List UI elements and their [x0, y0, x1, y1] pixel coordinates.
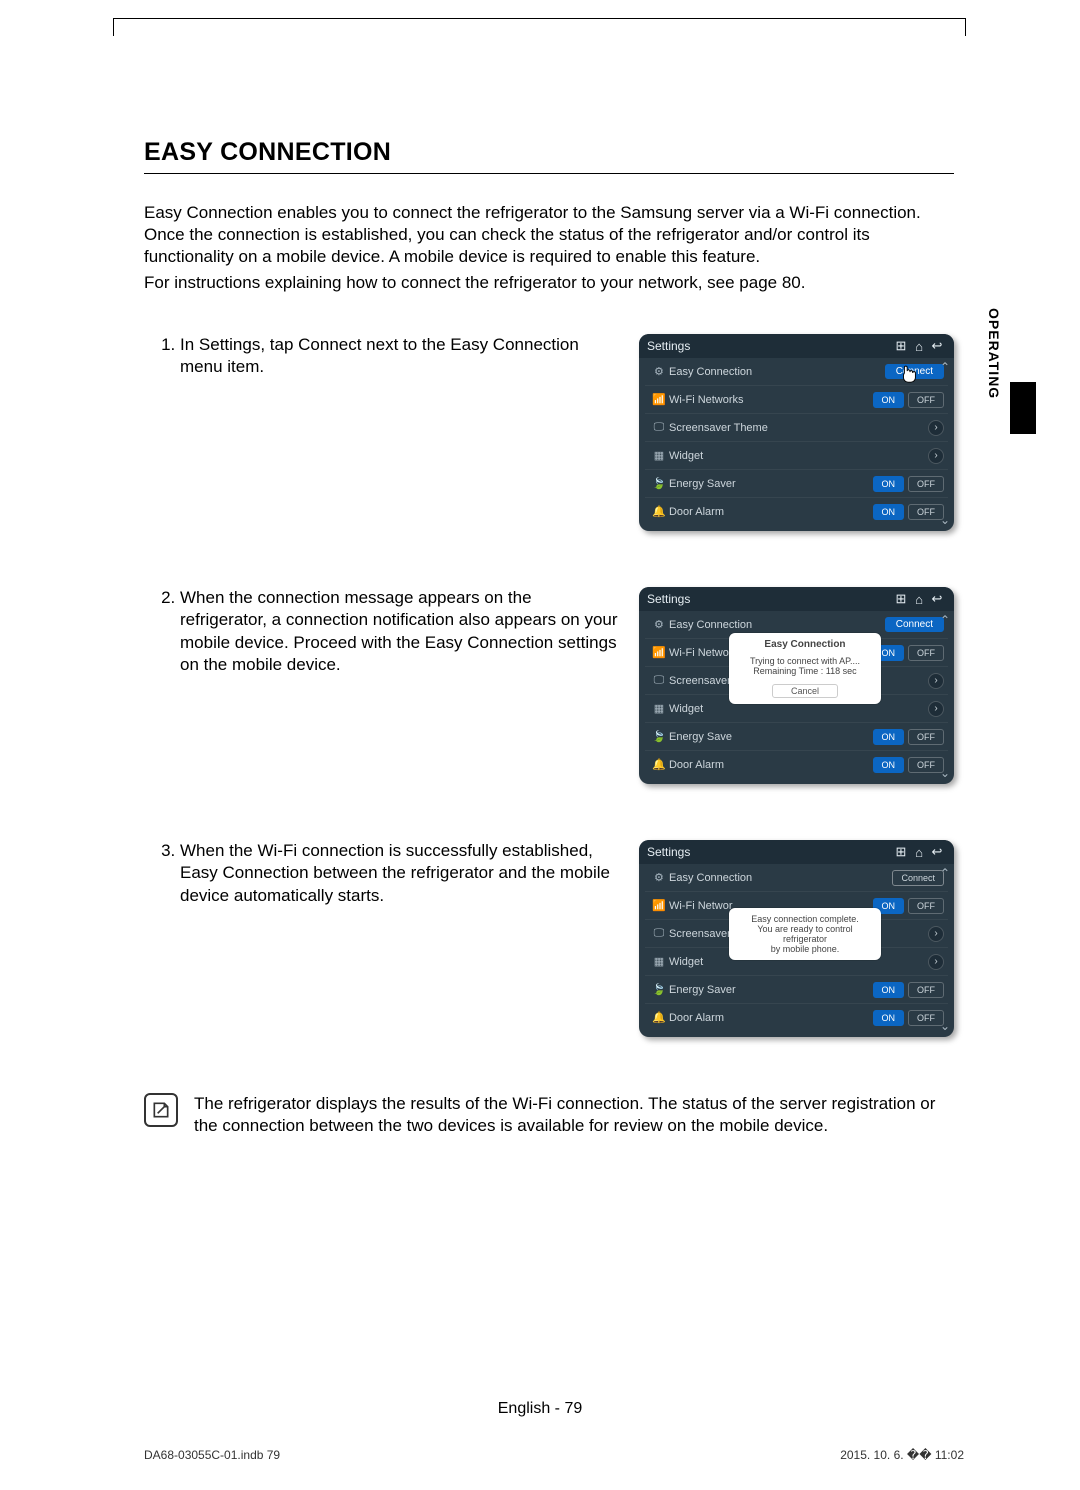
- leaf-icon: 🍃: [649, 477, 669, 490]
- scrollbar[interactable]: ⌃ ⌄: [938, 866, 952, 1033]
- bell-icon: 🔔: [649, 758, 669, 771]
- screensaver-icon: 🖵: [649, 927, 669, 940]
- row-energy-saver[interactable]: 🍃 Energy Saver ON OFF: [645, 975, 948, 1003]
- home-icon[interactable]: ⌂: [910, 592, 928, 607]
- row-easy-connection[interactable]: ⚙ Easy Connection Connect: [645, 358, 948, 385]
- gear-icon: ⚙: [649, 871, 669, 884]
- row-door-alarm[interactable]: 🔔 Door Alarm ON OFF: [645, 750, 948, 778]
- step-3-text: When the Wi-Fi connection is successfull…: [180, 840, 623, 906]
- cancel-button[interactable]: Cancel: [772, 684, 838, 698]
- popup-title: Easy Connection: [737, 639, 873, 650]
- print-date-label: 2015. 10. 6. �� 11:02: [840, 1448, 964, 1462]
- page-footer: English - 79: [0, 1400, 1080, 1418]
- back-icon[interactable]: ↩: [928, 844, 946, 860]
- row-energy-saver[interactable]: 🍃 Energy Save ON OFF: [645, 722, 948, 750]
- section-tab-label: OPERATING: [986, 308, 1002, 399]
- step-1: In Settings, tap Connect next to the Eas…: [180, 334, 954, 531]
- home-icon[interactable]: ⌂: [910, 339, 928, 354]
- wifi-on-pill[interactable]: ON: [873, 392, 905, 408]
- settings-header-label: Settings: [647, 339, 892, 353]
- scrollbar[interactable]: ⌃ ⌄: [938, 613, 952, 780]
- bell-icon: 🔔: [649, 505, 669, 518]
- row-door-alarm[interactable]: 🔔 Door Alarm ON OFF: [645, 1003, 948, 1031]
- settings-screenshot-2: Settings ⊞ ⌂ ↩ ⚙ Easy Connection Connect: [639, 587, 954, 784]
- step-1-text: In Settings, tap Connect next to the Eas…: [180, 334, 623, 378]
- bell-icon: 🔔: [649, 1011, 669, 1024]
- scrollbar[interactable]: ⌃ ⌄: [938, 360, 952, 527]
- row-wifi[interactable]: 📶 Wi-Fi Networks ON OFF: [645, 385, 948, 413]
- chevron-down-icon[interactable]: ⌄: [940, 766, 950, 780]
- popup-line-2: Remaining Time : 118 sec: [737, 666, 873, 676]
- popup-line-1: Trying to connect with AP....: [737, 656, 873, 666]
- step-2: When the connection message appears on t…: [180, 587, 954, 784]
- row-easy-connection[interactable]: ⚙ Easy Connection Connect: [645, 864, 948, 891]
- back-icon[interactable]: ↩: [928, 591, 946, 607]
- settings-header-label: Settings: [647, 592, 892, 606]
- leaf-icon: 🍃: [649, 983, 669, 996]
- note-block: The refrigerator displays the results of…: [144, 1093, 954, 1137]
- intro-paragraph-1: Easy Connection enables you to connect t…: [144, 202, 954, 268]
- widget-icon: ▦: [649, 955, 669, 968]
- settings-header-label: Settings: [647, 845, 892, 859]
- note-text: The refrigerator displays the results of…: [194, 1093, 954, 1137]
- gear-icon: ⚙: [649, 365, 669, 378]
- gear-icon: ⚙: [649, 618, 669, 631]
- step-3: When the Wi-Fi connection is successfull…: [180, 840, 954, 1037]
- connect-button[interactable]: Connect: [892, 870, 944, 886]
- alarm-on-pill[interactable]: ON: [873, 504, 905, 520]
- wifi-icon: 📶: [649, 393, 669, 406]
- grid-icon[interactable]: ⊞: [892, 591, 910, 607]
- screensaver-icon: 🖵: [649, 674, 669, 687]
- easy-connection-popup: Easy Connection Trying to connect with A…: [729, 633, 881, 704]
- chevron-down-icon[interactable]: ⌄: [940, 513, 950, 527]
- energy-on-pill[interactable]: ON: [873, 476, 905, 492]
- settings-screenshot-1: Settings ⊞ ⌂ ↩ ⚙ Easy Connection Connect: [639, 334, 954, 531]
- popup-line-1: Easy connection complete.: [737, 914, 873, 924]
- row-widget[interactable]: ▦ Widget ›: [645, 441, 948, 469]
- grid-icon[interactable]: ⊞: [892, 338, 910, 354]
- row-screensaver[interactable]: 🖵 Screensaver Theme ›: [645, 413, 948, 441]
- wifi-icon: 📶: [649, 646, 669, 659]
- row-door-alarm[interactable]: 🔔 Door Alarm ON OFF: [645, 497, 948, 525]
- connection-complete-popup: Easy connection complete. You are ready …: [729, 908, 881, 960]
- chevron-up-icon[interactable]: ⌃: [940, 360, 950, 374]
- settings-screenshot-3: Settings ⊞ ⌂ ↩ ⚙ Easy Connection Connect: [639, 840, 954, 1037]
- connect-button[interactable]: Connect: [885, 617, 944, 632]
- step-2-text: When the connection message appears on t…: [180, 587, 623, 675]
- popup-line-2: You are ready to control refrigerator: [737, 924, 873, 944]
- chevron-up-icon[interactable]: ⌃: [940, 866, 950, 880]
- chevron-up-icon[interactable]: ⌃: [940, 613, 950, 627]
- back-icon[interactable]: ↩: [928, 338, 946, 354]
- home-icon[interactable]: ⌂: [910, 845, 928, 860]
- intro-paragraph-2: For instructions explaining how to conne…: [144, 272, 954, 294]
- wifi-icon: 📶: [649, 899, 669, 912]
- widget-icon: ▦: [649, 702, 669, 715]
- section-tab-marker: [1010, 382, 1036, 434]
- widget-icon: ▦: [649, 449, 669, 462]
- connect-button[interactable]: Connect: [885, 364, 944, 379]
- screensaver-icon: 🖵: [649, 421, 669, 434]
- row-energy-saver[interactable]: 🍃 Energy Saver ON OFF: [645, 469, 948, 497]
- page-title: Easy Connection: [144, 138, 954, 174]
- chevron-down-icon[interactable]: ⌄: [940, 1019, 950, 1033]
- note-icon: [144, 1093, 178, 1127]
- leaf-icon: 🍃: [649, 730, 669, 743]
- grid-icon[interactable]: ⊞: [892, 844, 910, 860]
- print-file-label: DA68-03055C-01.indb 79: [144, 1448, 280, 1462]
- popup-line-3: by mobile phone.: [737, 944, 873, 954]
